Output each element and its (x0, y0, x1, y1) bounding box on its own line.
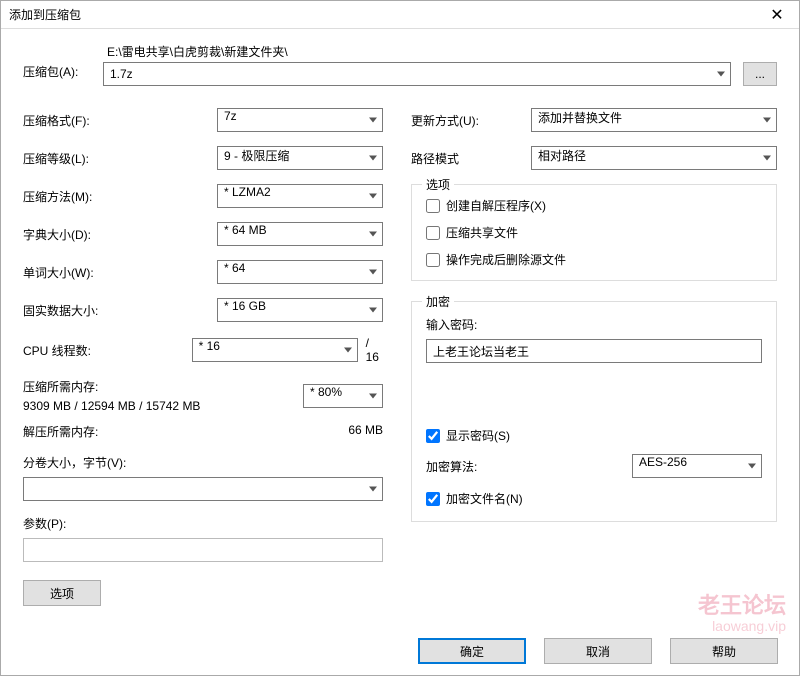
help-button[interactable]: 帮助 (670, 638, 778, 664)
browse-button[interactable]: ... (743, 62, 777, 86)
ok-button[interactable]: 确定 (418, 638, 526, 664)
archive-label: 压缩包(A): (23, 63, 91, 86)
threads-total: / 16 (366, 336, 383, 364)
password-input[interactable] (426, 339, 762, 363)
algo-label: 加密算法: (426, 458, 632, 475)
show-password-checkbox[interactable] (426, 429, 440, 443)
password-label: 输入密码: (426, 316, 762, 333)
word-label: 单词大小(W): (23, 264, 217, 281)
method-label: 压缩方法(M): (23, 188, 217, 205)
enc-legend: 加密 (422, 293, 454, 310)
sfx-label: 创建自解压程序(X) (446, 197, 546, 214)
split-label: 分卷大小，字节(V): (23, 454, 383, 471)
algo-select[interactable]: AES-256 (632, 454, 762, 478)
level-label: 压缩等级(L): (23, 150, 217, 167)
options-button[interactable]: 选项 (23, 580, 101, 606)
dict-label: 字典大小(D): (23, 226, 217, 243)
options-legend: 选项 (422, 176, 454, 193)
params-input[interactable] (23, 538, 383, 562)
solid-label: 固实数据大小: (23, 302, 217, 319)
memc-detail: 9309 MB / 12594 MB / 15742 MB (23, 399, 200, 413)
params-label: 参数(P): (23, 515, 383, 532)
archive-path: E:\雷电共享\白虎剪裁\新建文件夹\ (103, 43, 731, 60)
update-label: 更新方式(U): (411, 112, 531, 129)
level-select[interactable]: 9 - 极限压缩 (217, 146, 383, 170)
sfx-checkbox[interactable] (426, 199, 440, 213)
delete-checkbox[interactable] (426, 253, 440, 267)
memd-label: 解压所需内存: (23, 423, 348, 440)
cancel-button[interactable]: 取消 (544, 638, 652, 664)
solid-select[interactable]: * 16 GB (217, 298, 383, 322)
shared-label: 压缩共享文件 (446, 224, 518, 241)
word-select[interactable]: * 64 (217, 260, 383, 284)
update-select[interactable]: 添加并替换文件 (531, 108, 777, 132)
close-button[interactable]: ✕ (755, 1, 799, 29)
show-password-label: 显示密码(S) (446, 427, 510, 444)
encrypt-names-label: 加密文件名(N) (446, 490, 523, 507)
delete-label: 操作完成后删除源文件 (446, 251, 566, 268)
archive-file-combo[interactable] (103, 62, 731, 86)
format-select[interactable]: 7z (217, 108, 383, 132)
method-select[interactable]: * LZMA2 (217, 184, 383, 208)
pathmode-label: 路径模式 (411, 150, 531, 167)
memd-value: 66 MB (348, 423, 383, 440)
format-label: 压缩格式(F): (23, 112, 217, 129)
memc-label: 压缩所需内存: (23, 378, 200, 395)
window-title: 添加到压缩包 (9, 6, 755, 23)
threads-select[interactable]: * 16 (192, 338, 358, 362)
memc-pct-select[interactable]: * 80% (303, 384, 383, 408)
pathmode-select[interactable]: 相对路径 (531, 146, 777, 170)
split-combo[interactable] (23, 477, 383, 501)
threads-label: CPU 线程数: (23, 342, 192, 359)
shared-checkbox[interactable] (426, 226, 440, 240)
dict-select[interactable]: * 64 MB (217, 222, 383, 246)
encrypt-names-checkbox[interactable] (426, 492, 440, 506)
